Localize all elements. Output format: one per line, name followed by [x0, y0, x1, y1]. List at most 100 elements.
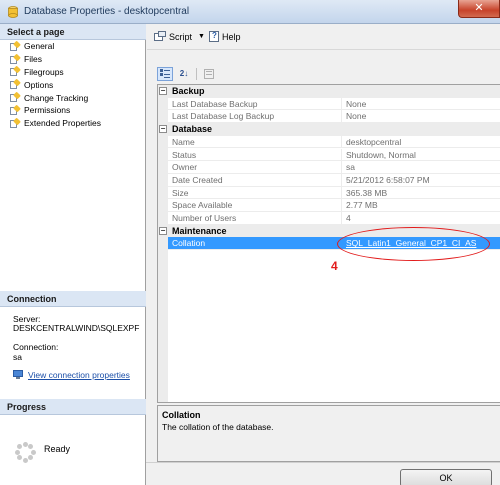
page-item-label: Change Tracking: [24, 92, 89, 103]
page-item-label: General: [24, 41, 55, 52]
left-panel: Select a page General Files Filegroups Opti…: [0, 24, 146, 485]
alphabetical-sort-icon: 2↓: [179, 69, 189, 78]
property-value: 2.77 MB: [342, 199, 500, 212]
connection-value: sa: [13, 352, 22, 362]
page-item-change-tracking[interactable]: Change Tracking: [0, 91, 146, 104]
property-value: None: [342, 110, 500, 124]
property-value: 4: [342, 212, 500, 225]
collapse-icon[interactable]: −: [159, 226, 167, 235]
collapse-icon[interactable]: −: [159, 87, 167, 95]
category-backup: − Backup: [158, 85, 500, 98]
collapse-icon[interactable]: −: [159, 125, 167, 134]
property-value-text: 365.38 MB: [346, 187, 388, 198]
spinner-dot: [28, 443, 34, 449]
property-value-text: 4: [346, 213, 351, 223]
property-row-status[interactable]: Status Shutdown, Normal: [158, 148, 500, 162]
description-title: Collation: [162, 410, 201, 420]
categorized-icon: [160, 69, 170, 78]
spinner-dot: [22, 441, 28, 447]
page-item-label: Extended Properties: [24, 118, 102, 129]
page-wizard-icon: [10, 117, 21, 128]
chevron-down-icon[interactable]: ▼: [198, 33, 205, 40]
property-name: Name: [168, 135, 342, 149]
database-icon: [8, 6, 18, 18]
page-wizard-icon: [10, 104, 21, 115]
annotation-ellipse: [337, 227, 490, 261]
category-label: Database: [172, 124, 213, 135]
category-database: − Database: [158, 123, 500, 136]
property-value: desktopcentral: [342, 136, 500, 149]
property-value-text: 5/21/2012 6:58:07 PM: [346, 174, 430, 185]
script-button[interactable]: Script ▼: [154, 31, 205, 42]
spinner-dot: [22, 457, 28, 463]
property-name: Date Created: [168, 173, 342, 187]
progress-status: Ready: [44, 444, 71, 454]
property-row-name[interactable]: Name desktopcentral: [158, 135, 500, 149]
property-value: sa: [342, 161, 500, 174]
property-value: Shutdown, Normal: [342, 149, 500, 162]
property-row-space-available[interactable]: Space Available 2.77 MB: [158, 199, 500, 212]
page-item-permissions[interactable]: Permissions: [0, 104, 146, 117]
server-value: DESKCENTRALWIND\SQLEXPF: [13, 323, 140, 333]
connection-properties-icon: [13, 370, 24, 380]
page-item-label: Permissions: [24, 105, 71, 116]
toolbar: Script ▼ Help: [147, 24, 500, 50]
property-name: Last Database Backup: [168, 97, 342, 111]
script-icon: [154, 31, 166, 42]
property-value: 365.38 MB: [342, 187, 500, 200]
property-value-text: desktopcentral: [346, 136, 402, 147]
progress-spinner-icon: [14, 441, 36, 463]
connection-label: Connection:: [13, 342, 59, 352]
page-item-options[interactable]: Options: [0, 78, 146, 91]
script-label: Script: [169, 31, 193, 42]
page-item-label: Filegroups: [24, 66, 64, 77]
property-value-text: None: [346, 98, 367, 109]
ok-button[interactable]: OK: [400, 469, 492, 485]
toolbar-separator: [196, 68, 197, 80]
property-value-text: sa: [346, 162, 355, 173]
help-icon: [209, 31, 219, 42]
page-wizard-icon: [10, 53, 21, 64]
property-row-date-created[interactable]: Date Created 5/21/2012 6:58:07 PM: [158, 173, 500, 187]
close-button[interactable]: ✕: [458, 0, 500, 18]
bottom-divider: [146, 462, 500, 463]
spinner-dot: [30, 449, 36, 455]
window-title: Database Properties - desktopcentral: [24, 6, 190, 17]
help-button[interactable]: Help: [209, 31, 241, 42]
alphabetical-sort-button[interactable]: 2↓: [176, 67, 192, 81]
view-connection-properties-label[interactable]: View connection properties: [28, 370, 130, 380]
property-row-owner[interactable]: Owner sa: [158, 161, 500, 174]
annotation-number: 4: [331, 259, 338, 273]
page-item-filegroups[interactable]: Filegroups: [0, 66, 146, 79]
categorized-button[interactable]: [157, 67, 173, 81]
page-item-files[interactable]: Files: [0, 53, 146, 66]
property-name: Space Available: [168, 199, 342, 212]
spinner-dot: [16, 443, 22, 449]
property-value-text: Shutdown, Normal: [346, 149, 416, 160]
progress-header: Progress: [0, 399, 146, 415]
property-name: Status: [168, 148, 342, 162]
property-value: None: [342, 98, 500, 111]
property-row-size[interactable]: Size 365.38 MB: [158, 186, 500, 200]
page-wizard-icon: [10, 66, 21, 77]
page-item-extended-properties[interactable]: Extended Properties: [0, 117, 146, 130]
property-pages-icon: [204, 69, 214, 79]
description-panel: Collation The collation of the database.: [157, 405, 500, 462]
page-wizard-icon: [10, 78, 21, 90]
spinner-dot: [14, 449, 20, 455]
property-pages-button[interactable]: [201, 67, 217, 81]
property-row-last-database-backup[interactable]: Last Database Backup None: [158, 97, 500, 111]
property-grid-toolbar: 2↓: [157, 66, 220, 82]
view-connection-properties-link[interactable]: View connection properties: [13, 370, 130, 380]
connection-header: Connection: [0, 291, 146, 307]
category-label: Maintenance: [172, 225, 227, 236]
page-item-general[interactable]: General: [0, 40, 146, 53]
property-name: Owner: [168, 161, 342, 174]
close-icon: ✕: [474, 2, 484, 14]
description-text: The collation of the database.: [162, 422, 274, 432]
property-value: 5/21/2012 6:58:07 PM: [342, 174, 500, 187]
property-name: Number of Users: [168, 212, 342, 225]
property-name: Collation: [168, 237, 342, 251]
property-row-number-of-users[interactable]: Number of Users 4: [158, 212, 500, 225]
property-row-last-database-log-backup[interactable]: Last Database Log Backup None: [158, 110, 500, 124]
